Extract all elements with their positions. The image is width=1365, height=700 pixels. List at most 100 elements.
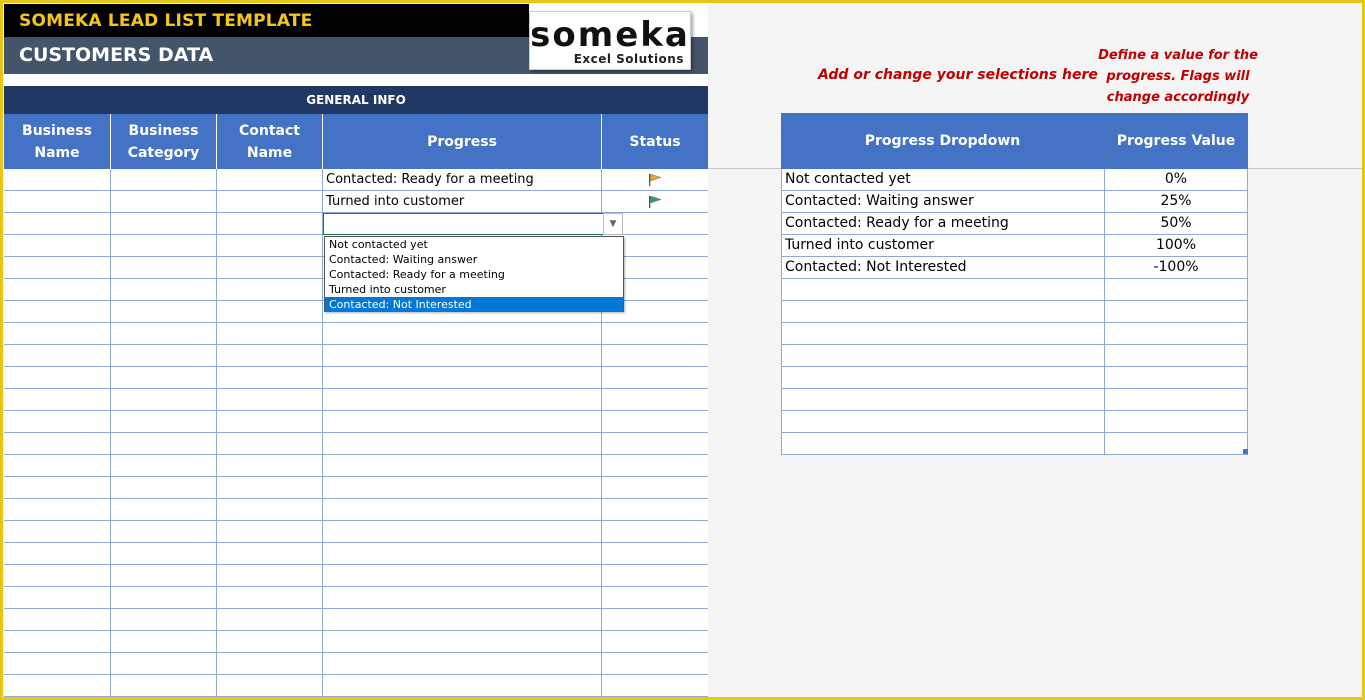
grid-cell[interactable]	[111, 609, 217, 631]
grid-cell[interactable]	[323, 323, 602, 345]
progress-option-value[interactable]	[1105, 279, 1247, 300]
progress-option-value[interactable]: 25%	[1105, 191, 1247, 212]
grid-cell[interactable]	[111, 191, 217, 213]
grid-cell[interactable]	[4, 411, 111, 433]
grid-cell[interactable]	[111, 499, 217, 521]
grid-cell[interactable]	[323, 609, 602, 631]
grid-cell[interactable]	[4, 477, 111, 499]
grid-cell[interactable]	[111, 675, 217, 697]
grid-cell[interactable]	[217, 257, 323, 279]
grid-cell[interactable]	[4, 279, 111, 301]
progress-option-value[interactable]	[1105, 345, 1247, 366]
grid-cell[interactable]	[323, 565, 602, 587]
grid-cell[interactable]	[111, 257, 217, 279]
grid-cell[interactable]	[4, 323, 111, 345]
grid-cell[interactable]	[217, 499, 323, 521]
grid-cell[interactable]	[4, 587, 111, 609]
grid-cell[interactable]	[4, 609, 111, 631]
grid-cell[interactable]	[111, 411, 217, 433]
grid-cell[interactable]	[217, 477, 323, 499]
grid-cell[interactable]	[111, 301, 217, 323]
grid-cell[interactable]	[602, 631, 708, 653]
grid-cell[interactable]	[217, 323, 323, 345]
grid-cell[interactable]	[323, 543, 602, 565]
grid-cell[interactable]	[4, 389, 111, 411]
status-cell[interactable]	[602, 169, 708, 191]
grid-cell[interactable]	[4, 543, 111, 565]
table-resize-handle[interactable]	[1243, 449, 1248, 454]
grid-cell[interactable]	[217, 169, 323, 191]
grid-cell[interactable]	[4, 653, 111, 675]
grid-cell[interactable]	[217, 455, 323, 477]
progress-option-value[interactable]	[1105, 323, 1247, 344]
grid-cell[interactable]	[602, 653, 708, 675]
grid-cell[interactable]	[217, 345, 323, 367]
grid-cell[interactable]	[4, 433, 111, 455]
grid-cell[interactable]	[602, 587, 708, 609]
grid-cell[interactable]	[4, 455, 111, 477]
grid-cell[interactable]	[217, 521, 323, 543]
grid-cell[interactable]	[602, 675, 708, 697]
grid-cell[interactable]	[323, 389, 602, 411]
grid-cell[interactable]	[602, 433, 708, 455]
grid-cell[interactable]	[602, 477, 708, 499]
progress-option-label[interactable]: Not contacted yet	[782, 169, 1105, 190]
grid-cell[interactable]	[111, 631, 217, 653]
grid-cell[interactable]	[111, 323, 217, 345]
progress-option-label[interactable]	[782, 389, 1105, 410]
grid-cell[interactable]	[217, 367, 323, 389]
grid-cell[interactable]	[323, 499, 602, 521]
dropdown-option[interactable]: Not contacted yet	[325, 237, 623, 252]
grid-cell[interactable]	[602, 565, 708, 587]
grid-cell[interactable]	[4, 257, 111, 279]
progress-option-label[interactable]: Contacted: Waiting answer	[782, 191, 1105, 212]
dropdown-arrow-button[interactable]: ▼	[603, 213, 623, 235]
grid-cell[interactable]	[217, 631, 323, 653]
grid-cell[interactable]	[323, 367, 602, 389]
progress-option-label[interactable]	[782, 411, 1105, 432]
progress-option-value[interactable]	[1105, 367, 1247, 388]
grid-cell[interactable]	[602, 499, 708, 521]
grid-cell[interactable]	[323, 455, 602, 477]
grid-cell[interactable]	[323, 345, 602, 367]
progress-cell[interactable]: Turned into customer	[323, 191, 602, 213]
progress-option-value[interactable]: 0%	[1105, 169, 1247, 190]
progress-option-value[interactable]	[1105, 301, 1247, 322]
grid-cell[interactable]	[217, 389, 323, 411]
grid-cell[interactable]	[4, 565, 111, 587]
progress-option-label[interactable]: Turned into customer	[782, 235, 1105, 256]
grid-cell[interactable]	[111, 235, 217, 257]
grid-cell[interactable]	[323, 675, 602, 697]
grid-cell[interactable]	[4, 169, 111, 191]
grid-cell[interactable]	[217, 235, 323, 257]
grid-cell[interactable]	[4, 499, 111, 521]
grid-cell[interactable]	[602, 389, 708, 411]
dropdown-option[interactable]: Contacted: Waiting answer	[325, 252, 623, 267]
grid-cell[interactable]	[4, 631, 111, 653]
grid-cell[interactable]	[323, 477, 602, 499]
grid-cell[interactable]	[602, 609, 708, 631]
progress-option-label[interactable]	[782, 301, 1105, 322]
grid-cell[interactable]	[111, 455, 217, 477]
grid-cell[interactable]	[111, 389, 217, 411]
progress-dropdown-cell[interactable]	[323, 213, 623, 235]
grid-cell[interactable]	[4, 301, 111, 323]
grid-cell[interactable]	[4, 235, 111, 257]
grid-cell[interactable]	[111, 213, 217, 235]
progress-option-value[interactable]: -100%	[1105, 257, 1247, 278]
grid-cell[interactable]	[4, 367, 111, 389]
grid-cell[interactable]	[217, 565, 323, 587]
progress-option-label[interactable]	[782, 323, 1105, 344]
grid-cell[interactable]	[323, 653, 602, 675]
progress-option-label[interactable]	[782, 433, 1105, 454]
grid-cell[interactable]	[602, 323, 708, 345]
progress-cell[interactable]: Contacted: Ready for a meeting	[323, 169, 602, 191]
progress-option-value[interactable]	[1105, 411, 1247, 432]
grid-cell[interactable]	[4, 675, 111, 697]
grid-cell[interactable]	[111, 521, 217, 543]
grid-cell[interactable]	[111, 367, 217, 389]
grid-cell[interactable]	[602, 345, 708, 367]
progress-option-label[interactable]	[782, 279, 1105, 300]
grid-cell[interactable]	[323, 433, 602, 455]
grid-cell[interactable]	[111, 543, 217, 565]
